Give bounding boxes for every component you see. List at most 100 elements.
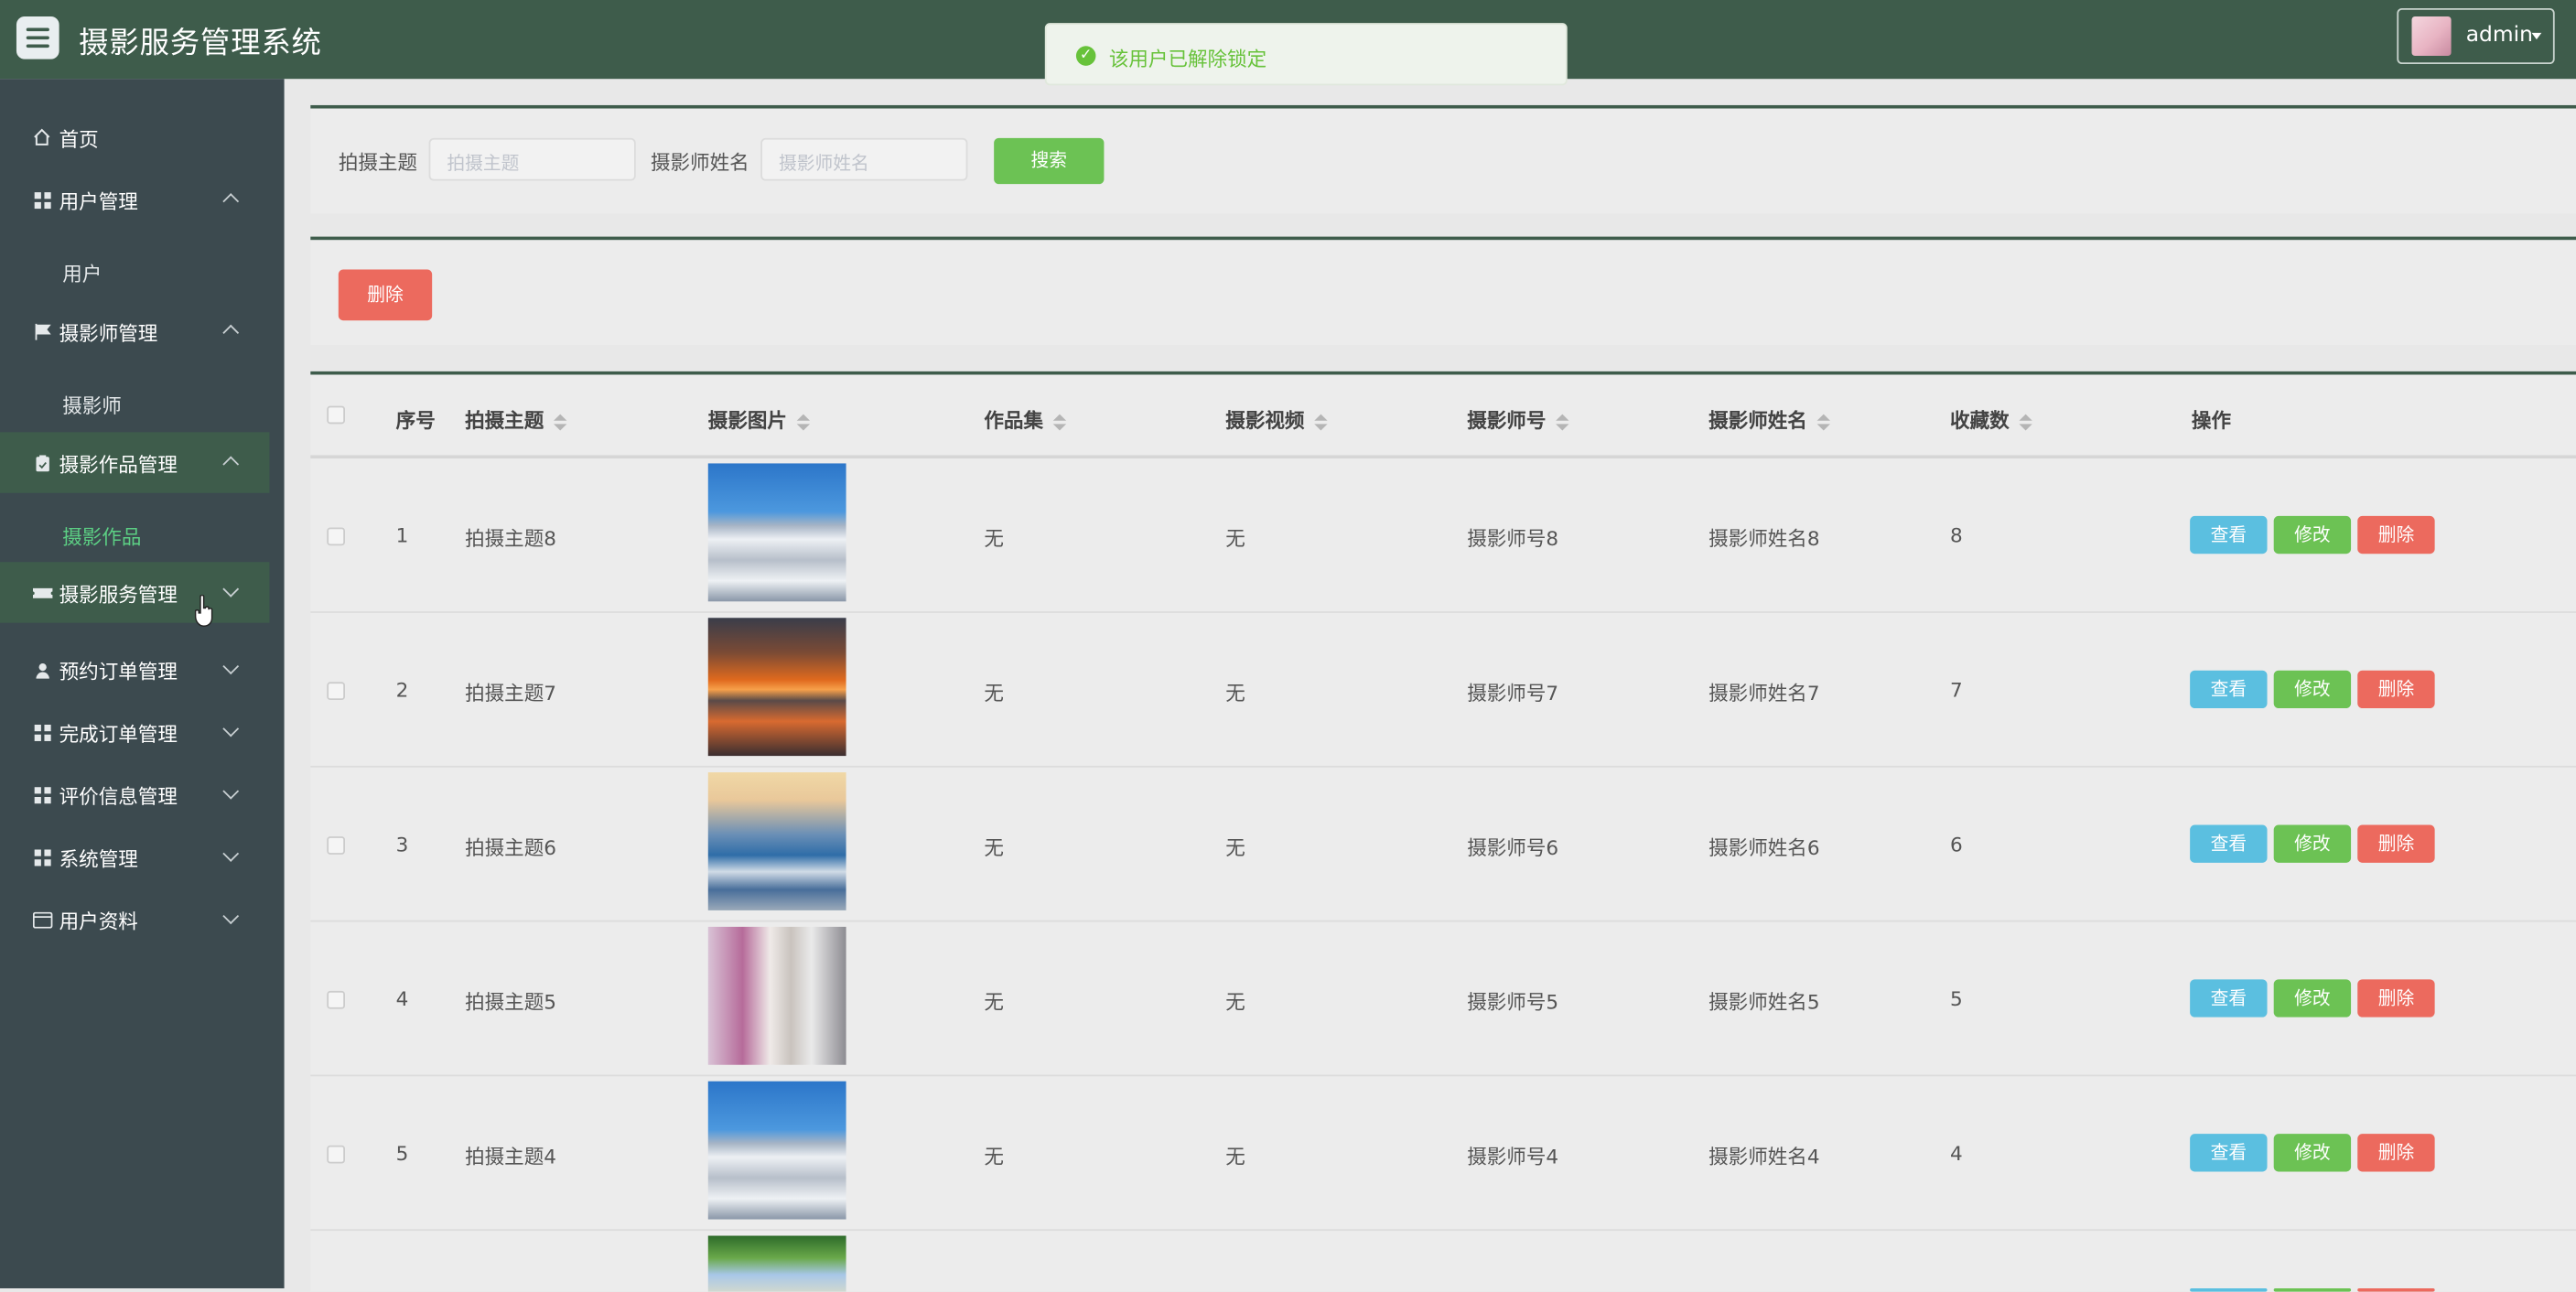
view-button[interactable]: 查看 <box>2190 979 2268 1017</box>
cell-no: 4 <box>395 987 409 1011</box>
search-button[interactable]: 搜索 <box>994 137 1105 185</box>
cell-photographer-name: 摄影师姓名4 <box>1708 1145 1820 1168</box>
delete-button[interactable]: 删除 <box>2357 1134 2435 1172</box>
delete-button[interactable]: 删除 <box>2357 824 2435 863</box>
cell-photographer-name: 摄影师姓名7 <box>1708 682 1820 705</box>
search-panel: 拍摄主题 拍摄主题 摄影师姓名 摄影师姓名 搜索 <box>310 104 2576 214</box>
hamburger-menu-icon[interactable] <box>16 16 59 59</box>
sidebar-item-reviews[interactable]: 评价信息管理 <box>0 764 269 824</box>
grid-icon <box>34 724 51 741</box>
sidebar-item-booking-orders[interactable]: 预约订单管理 <box>0 640 269 700</box>
sort-icon <box>2019 413 2032 430</box>
cell-video: 无 <box>1225 836 1245 860</box>
works-table: 序号 拍摄主题 摄影图片 作品集 摄影视频 摄影师号 摄影师姓名 收藏数 操作 … <box>310 371 2576 1292</box>
edit-button[interactable]: 修改 <box>2273 515 2352 554</box>
view-button[interactable]: 查看 <box>2190 670 2268 709</box>
delete-button[interactable]: 删除 <box>2357 979 2435 1017</box>
edit-button[interactable] <box>2273 1287 2352 1292</box>
view-button[interactable]: 查看 <box>2190 515 2268 554</box>
cell-video: 无 <box>1225 527 1245 551</box>
grid-icon <box>34 849 51 867</box>
column-header-photographer-id[interactable]: 摄影师号 <box>1467 406 1569 435</box>
sidebar-item-user-management[interactable]: 用户管理 <box>0 169 269 230</box>
sidebar-item-label: 评价信息管理 <box>59 785 178 809</box>
view-button[interactable]: 查看 <box>2190 1134 2268 1172</box>
column-header-photographer-name[interactable]: 摄影师姓名 <box>1708 406 1830 435</box>
clipboard-icon <box>36 455 49 472</box>
sidebar-item-label: 摄影服务管理 <box>59 583 178 607</box>
edit-button[interactable]: 修改 <box>2273 1134 2352 1172</box>
cell-no: 5 <box>395 1142 409 1166</box>
column-header-favorites[interactable]: 收藏数 <box>1950 406 2032 435</box>
sidebar-item-profile[interactable]: 用户资料 <box>0 889 269 950</box>
chevron-down-icon <box>222 845 240 862</box>
photographer-name-input[interactable]: 摄影师姓名 <box>760 137 968 181</box>
toast-message: 该用户已解除锁定 <box>1108 48 1267 71</box>
edit-button[interactable]: 修改 <box>2273 979 2352 1017</box>
theme-label: 拍摄主题 <box>338 151 418 175</box>
sort-icon <box>796 413 811 430</box>
sort-icon <box>554 413 567 430</box>
column-header-collection[interactable]: 作品集 <box>984 406 1067 435</box>
cell-photographer-id: 摄影师号6 <box>1467 836 1559 860</box>
cell-theme: 拍摄主题8 <box>465 527 556 551</box>
bulk-delete-button[interactable]: 删除 <box>338 269 433 321</box>
sidebar-item-works-management[interactable]: 摄影作品管理 <box>0 432 270 493</box>
delete-button[interactable]: 删除 <box>2357 515 2435 554</box>
edit-button[interactable]: 修改 <box>2273 670 2352 709</box>
sidebar-subitem-photographer[interactable]: 摄影师 <box>62 391 122 419</box>
user-name: admin <box>2465 23 2533 48</box>
column-header-video[interactable]: 摄影视频 <box>1225 406 1328 435</box>
grid-icon <box>34 787 51 804</box>
home-icon <box>34 128 50 145</box>
sidebar-item-photographer-management[interactable]: 摄影师管理 <box>0 301 269 361</box>
sidebar-item-completed-orders[interactable]: 完成订单管理 <box>0 702 269 762</box>
row-checkbox[interactable] <box>327 527 346 546</box>
select-all-checkbox[interactable] <box>327 405 346 425</box>
user-menu[interactable]: admin <box>2397 7 2555 65</box>
cell-theme: 拍摄主题4 <box>465 1145 556 1168</box>
photo-thumbnail[interactable] <box>707 463 846 602</box>
column-header-image[interactable]: 摄影图片 <box>708 406 811 435</box>
avatar <box>2411 16 2452 57</box>
chevron-up-icon <box>222 324 240 341</box>
sort-icon <box>1052 413 1067 430</box>
theme-input[interactable]: 拍摄主题 <box>428 137 636 181</box>
cell-collection: 无 <box>984 836 1004 860</box>
column-header-actions: 操作 <box>2191 409 2232 433</box>
column-header-no: 序号 <box>395 409 436 433</box>
sidebar-item-label: 摄影师管理 <box>59 321 158 346</box>
row-checkbox[interactable] <box>327 990 346 1009</box>
row-checkbox[interactable] <box>327 836 346 855</box>
sidebar-subitem-works[interactable]: 摄影作品 <box>62 522 141 551</box>
row-checkbox[interactable] <box>327 682 346 701</box>
cell-favorites: 6 <box>1950 833 1963 856</box>
sidebar-item-home[interactable]: 首页 <box>0 107 269 167</box>
delete-button[interactable]: 删除 <box>2357 670 2435 709</box>
column-header-theme[interactable]: 拍摄主题 <box>465 406 567 435</box>
toast-notification: ✓ 该用户已解除锁定 <box>1044 23 1568 86</box>
delete-button[interactable] <box>2357 1287 2435 1292</box>
photo-thumbnail[interactable] <box>707 926 846 1065</box>
row-checkbox[interactable] <box>327 1145 346 1164</box>
chevron-down-icon <box>222 908 240 925</box>
cell-collection: 无 <box>984 1145 1004 1168</box>
cell-no: 1 <box>395 523 409 548</box>
sidebar-item-system[interactable]: 系统管理 <box>0 826 269 887</box>
photo-thumbnail[interactable] <box>707 1081 846 1220</box>
photo-thumbnail[interactable] <box>707 618 846 757</box>
cell-photographer-id: 摄影师号7 <box>1467 682 1559 705</box>
sidebar-item-service-management[interactable]: 摄影服务管理 <box>0 562 270 623</box>
view-button[interactable] <box>2190 1287 2268 1292</box>
view-button[interactable]: 查看 <box>2190 824 2268 863</box>
edit-button[interactable]: 修改 <box>2273 824 2352 863</box>
cell-video: 无 <box>1225 1145 1245 1168</box>
cell-collection: 无 <box>984 990 1004 1015</box>
grid-icon <box>34 192 51 210</box>
sidebar-subitem-user[interactable]: 用户 <box>62 260 102 288</box>
photo-thumbnail[interactable] <box>707 1235 846 1292</box>
photo-thumbnail[interactable] <box>707 772 846 910</box>
id-card-icon <box>32 911 53 929</box>
cell-favorites: 7 <box>1950 678 1963 702</box>
chevron-down-icon <box>222 658 240 675</box>
